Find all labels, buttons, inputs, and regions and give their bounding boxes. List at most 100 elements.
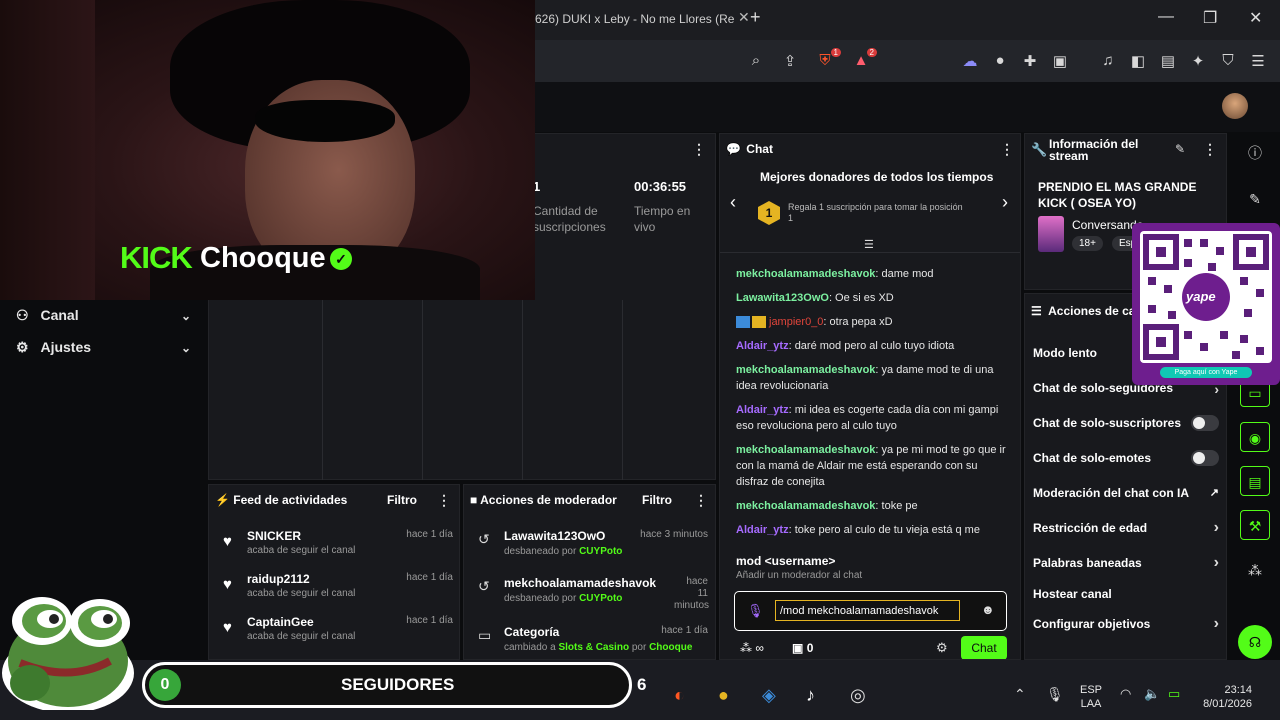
setting-host-channel[interactable]: Hostear canal [1033,587,1219,601]
bolt-icon: ⚡ [215,493,230,507]
category-thumbnail[interactable] [1038,216,1064,252]
battery-icon[interactable]: ▭ [1168,686,1180,702]
brave-rewards-icon[interactable]: ▲ 2 [851,48,877,69]
maximize-button[interactable]: ❐ [1203,8,1217,28]
channel-actions-title: ☰ Acciones de ca [1031,304,1135,318]
menu-icon[interactable]: ☰ [1248,52,1268,70]
feed-user[interactable]: CaptainGee [247,615,314,629]
sliders-icon: ☰ [1031,304,1042,318]
vscode-icon[interactable]: ◈ [762,685,776,706]
feed-item: ♥ CaptainGee acaba de seguir el canal ha… [223,615,453,655]
chevron-right-icon[interactable]: › [1002,192,1008,213]
setting-goals[interactable]: Configurar objetivos › [1033,615,1219,632]
emoji-icon[interactable]: ☻ [981,602,995,617]
microphone-tray-icon[interactable]: 🎙 [1046,686,1064,703]
extension-cloud-icon[interactable]: ● [990,52,1010,69]
channel-points[interactable]: ⁂ ∞ [740,641,764,655]
tag-chip: 18+ [1072,236,1103,251]
share-icon[interactable]: ⇪ [780,52,800,70]
vpn-icon[interactable]: ⛉ [1218,52,1238,69]
stats-menu-icon[interactable]: ⋮ [692,141,706,158]
feed-menu-icon[interactable]: ⋮ [437,492,451,509]
language-indicator[interactable]: ESP LAA [1072,683,1110,711]
qr-caption: Paga aquí con Yape [1160,367,1252,378]
tiktok-icon[interactable]: ♪ [806,685,815,706]
info-icon[interactable]: ⓘ [1240,138,1270,168]
webcam-sunglasses [255,100,395,142]
feed-user[interactable]: SNICKER [247,529,301,543]
clock[interactable]: 23:14 8/01/2026 [1196,683,1252,711]
mod-sub: desbaneado por CUYPoto [504,593,623,604]
divider [322,300,323,480]
chat-menu-icon[interactable]: ⋮ [1000,141,1014,158]
tray-overflow-icon[interactable]: ⌃ [1014,686,1026,703]
mod-user[interactable]: Lawawita123OwO [504,529,605,543]
chevron-right-icon: › [1213,615,1219,632]
kick-logo: KICK [120,240,193,275]
sidebar-toggle-icon[interactable]: ◧ [1128,52,1148,70]
command-suggestion[interactable]: mod <username> Añadir un moderador al ch… [720,546,1020,586]
broadcast-icon[interactable]: ◉ [1240,422,1270,452]
emotes-only-toggle[interactable] [1191,450,1219,466]
setting-ai-moderation[interactable]: Moderación del chat con IA ↗ [1033,486,1219,500]
setting-subs-only[interactable]: Chat de solo-suscriptores [1033,415,1219,431]
crunchyroll-icon[interactable]: ◐ [674,685,685,706]
mod-user[interactable]: mekchoalamamadeshavok [504,576,656,590]
feed-sub: acaba de seguir el canal [247,588,356,599]
stream-info-menu-icon[interactable]: ⋮ [1203,141,1217,158]
minimize-button[interactable]: — [1158,8,1174,26]
points-icon[interactable]: ⁂ [1240,555,1270,585]
tab-close-icon[interactable]: ✕ [738,9,750,26]
screenshot-icon[interactable]: ▣ [1050,52,1070,70]
sidebar-item-ajustes[interactable]: ⚙ Ajustes ⌄ [16,339,191,356]
setting-age-restriction[interactable]: Restricción de edad › [1033,519,1219,536]
volume-icon[interactable]: 🔈 [1144,686,1160,702]
game-icon[interactable]: ● [718,685,729,706]
follower-goal-bar: 0 SEGUIDORES 6 [142,662,646,708]
microphone-icon[interactable]: 🎙 [747,603,764,619]
chat-settings-icon[interactable]: ⚙ [936,640,948,656]
music-icon[interactable]: ♫ [1098,52,1118,69]
qr-code: yape [1140,231,1272,363]
extension-discord-icon[interactable]: ☁ [960,52,980,70]
zoom-icon[interactable]: ⌕ [746,52,766,69]
pinned-menu-icon[interactable]: ☰ [864,238,874,251]
headset-icon[interactable]: ☊ [1238,625,1272,659]
mod-actions-panel: ■ Acciones de moderador Filtro ⋮ ↺ Lawaw… [463,484,716,660]
leo-ai-icon[interactable]: ✦ [1188,52,1208,70]
wallet-icon[interactable]: ▤ [1158,52,1178,70]
tools-icon[interactable]: ⚒ [1240,510,1270,540]
follower-label: SEGUIDORES [341,675,455,694]
feed-user[interactable]: raidup2112 [247,572,310,586]
mod-filter-button[interactable]: Filtro [642,493,672,507]
pencil-icon[interactable]: ✎ [1240,184,1270,214]
feed-item: ♥ raidup2112 acaba de seguir el canal ha… [223,572,453,612]
chat-input[interactable] [775,600,960,621]
chat-message: mekchoalamamadeshavok: ya dame mod te di… [736,364,994,392]
extensions-icon[interactable]: ✚ [1020,52,1040,70]
points-icon: ⁂ [740,641,752,655]
mod-menu-icon[interactable]: ⋮ [694,492,708,509]
new-tab-button[interactable]: + [750,7,761,28]
server-icon[interactable]: ▤ [1240,466,1270,496]
obs-icon[interactable]: ◎ [850,685,866,706]
alert-badge: 2 [866,48,877,57]
undo-icon: ↺ [478,578,490,594]
sidebar-item-canal[interactable]: ⚇ Canal ⌄ [16,307,191,324]
chevron-right-icon: › [1213,519,1219,536]
brave-shield-icon[interactable]: ⛨ 1 [815,48,841,69]
donor-text: Regala 1 suscripción para tomar la posic… [788,202,963,223]
gift-count[interactable]: ▣ 0 [792,641,813,655]
chevron-left-icon[interactable]: ‹ [730,192,736,213]
subs-only-toggle[interactable] [1191,415,1219,431]
chat-message: Aldair_ytz: daré mod pero al culo tuyo i… [736,340,955,352]
avatar[interactable] [1222,93,1248,119]
setting-emotes-only[interactable]: Chat de solo-emotes [1033,450,1219,466]
edit-icon[interactable]: ✎ [1175,142,1185,156]
send-chat-button[interactable]: Chat [961,636,1007,659]
close-window-button[interactable]: ✕ [1249,8,1262,28]
feed-filter-button[interactable]: Filtro [387,493,417,507]
wifi-icon[interactable]: ◠ [1120,686,1131,702]
browser-tab-title[interactable]: 626) DUKI x Leby - No me Llores (Re [535,12,734,26]
setting-banned-words[interactable]: Palabras baneadas › [1033,554,1219,571]
